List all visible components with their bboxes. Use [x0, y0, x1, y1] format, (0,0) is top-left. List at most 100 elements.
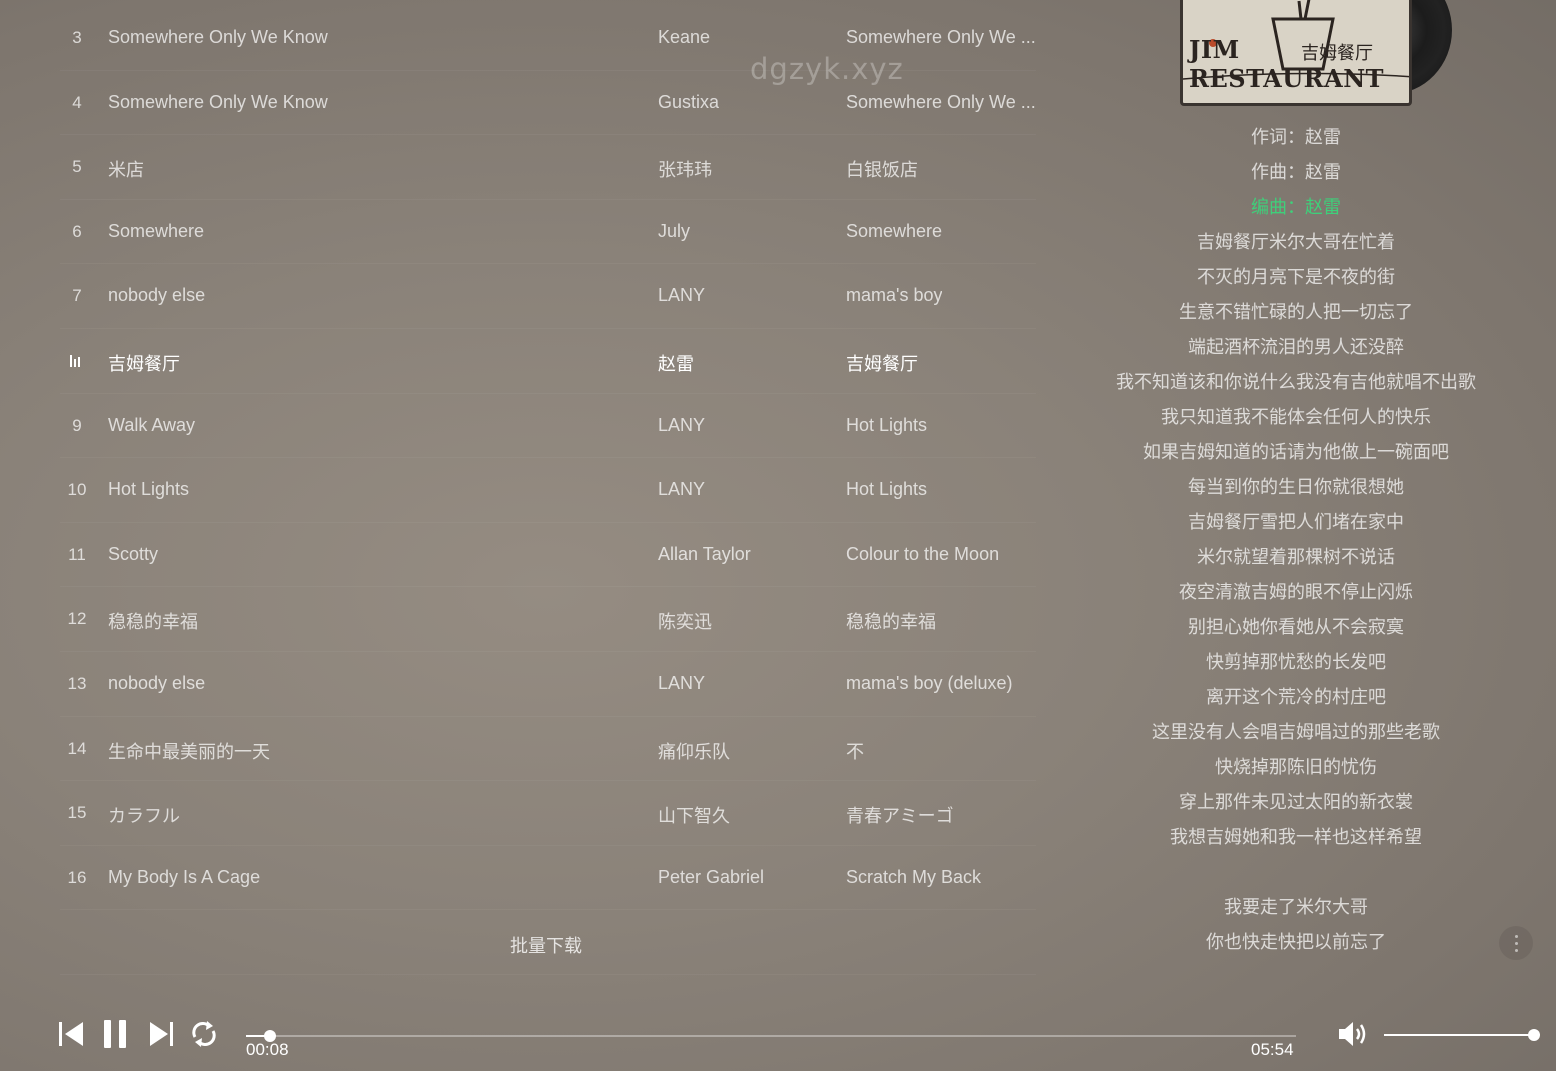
- song-title[interactable]: 米店: [108, 156, 144, 182]
- repeat-icon: [192, 1021, 216, 1047]
- song-number: 14: [67, 738, 87, 758]
- song-artist[interactable]: 赵雷: [658, 350, 694, 376]
- song-number: 6: [72, 221, 82, 241]
- song-artist[interactable]: Keane: [658, 27, 710, 48]
- song-number: 11: [68, 544, 86, 564]
- song-artist[interactable]: 张玮玮: [658, 156, 712, 182]
- song-title[interactable]: Somewhere: [108, 221, 204, 242]
- more-options-button[interactable]: [1499, 926, 1533, 960]
- lyric-line: 每当到你的生日你就很想她: [1188, 477, 1404, 497]
- song-row[interactable]: 13 nobody else LANY mama's boy (deluxe): [60, 652, 1036, 717]
- song-album[interactable]: Hot Lights: [846, 415, 927, 436]
- batch-download-button[interactable]: 批量下载: [510, 932, 582, 958]
- song-album[interactable]: 不: [846, 738, 864, 764]
- song-album[interactable]: mama's boy: [846, 285, 942, 306]
- song-number: 4: [72, 92, 82, 112]
- song-row[interactable]: 11 Scotty Allan Taylor Colour to the Moon: [60, 523, 1036, 588]
- song-artist[interactable]: LANY: [658, 673, 705, 694]
- song-artist[interactable]: LANY: [658, 285, 705, 306]
- volume-fill: [1384, 1034, 1534, 1036]
- song-album[interactable]: Somewhere: [846, 221, 942, 242]
- song-album[interactable]: Somewhere Only We ...: [846, 92, 1036, 113]
- song-artist[interactable]: Gustixa: [658, 92, 719, 113]
- now-playing-icon: [70, 354, 84, 367]
- song-artist[interactable]: 山下智久: [658, 802, 730, 828]
- song-number: 13: [67, 673, 87, 693]
- album-cover: 吉姆餐厅 JIM RESTAURANT: [1180, 0, 1412, 106]
- song-row[interactable]: 3 Somewhere Only We Know Keane Somewhere On…: [60, 6, 1036, 71]
- song-row[interactable]: 14 生命中最美丽的一天 痛仰乐队 不: [60, 717, 1036, 782]
- song-number: 7: [72, 286, 82, 306]
- next-icon: [150, 1022, 173, 1046]
- song-title[interactable]: Scotty: [108, 544, 158, 565]
- song-row[interactable]: 7 nobody else LANY mama's boy: [60, 264, 1036, 329]
- song-title[interactable]: My Body Is A Cage: [108, 867, 260, 888]
- song-album[interactable]: Scratch My Back: [846, 867, 981, 888]
- song-title[interactable]: カラフル: [108, 802, 180, 828]
- song-title[interactable]: Somewhere Only We Know: [108, 27, 328, 48]
- song-album[interactable]: Hot Lights: [846, 479, 927, 500]
- lyric-line: 吉姆餐厅米尔大哥在忙着: [1197, 232, 1395, 252]
- song-number: 9: [72, 415, 82, 435]
- song-row[interactable]: 4 Somewhere Only We Know Gustixa Somewhere …: [60, 71, 1036, 136]
- next-button[interactable]: [145, 1018, 177, 1050]
- song-artist[interactable]: Allan Taylor: [658, 544, 751, 565]
- song-row[interactable]: 15 カラフル 山下智久 青春アミーゴ: [60, 781, 1036, 846]
- song-title[interactable]: Hot Lights: [108, 479, 189, 500]
- song-row[interactable]: 9 Walk Away LANY Hot Lights: [60, 394, 1036, 459]
- song-title[interactable]: 生命中最美丽的一天: [108, 738, 270, 764]
- song-title[interactable]: nobody else: [108, 673, 205, 694]
- volume-handle[interactable]: [1528, 1029, 1540, 1041]
- song-album[interactable]: 白银饭店: [846, 156, 918, 182]
- song-row[interactable]: 16 My Body Is A Cage Peter Gabriel Scratch …: [60, 846, 1036, 911]
- volume-button[interactable]: [1336, 1018, 1368, 1050]
- player-bar: 00:08 05:54: [0, 1000, 1556, 1071]
- song-title[interactable]: 稳稳的幸福: [108, 608, 198, 634]
- lyric-line: 你也快走快把以前忘了: [1206, 932, 1386, 952]
- lyric-line: 生意不错忙碌的人把一切忘了: [1179, 302, 1413, 322]
- lyric-line: 离开这个荒冷的村庄吧: [1206, 687, 1386, 707]
- song-title[interactable]: Walk Away: [108, 415, 195, 436]
- progress-bar[interactable]: [246, 1030, 1296, 1042]
- song-album[interactable]: Colour to the Moon: [846, 544, 999, 565]
- song-artist[interactable]: 痛仰乐队: [658, 738, 730, 764]
- song-number: 15: [67, 803, 87, 823]
- pause-button[interactable]: [100, 1018, 132, 1050]
- lyric-line: 作词：赵雷: [1251, 127, 1341, 147]
- lyric-line: 作曲：赵雷: [1251, 162, 1341, 182]
- song-album[interactable]: Somewhere Only We ...: [846, 27, 1036, 48]
- song-title[interactable]: nobody else: [108, 285, 205, 306]
- lyrics-panel: 作词：赵雷作曲：赵雷编曲：赵雷吉姆餐厅米尔大哥在忙着 不灭的月亮下是不夜的街 生意不…: [1086, 120, 1506, 960]
- lyric-line: 如果吉姆知道的话请为他做上一碗面吧: [1143, 442, 1449, 462]
- song-album[interactable]: 青春アミーゴ: [846, 802, 954, 828]
- song-artist[interactable]: Peter Gabriel: [658, 867, 764, 888]
- song-title[interactable]: 吉姆餐厅: [108, 350, 180, 376]
- song-album[interactable]: mama's boy (deluxe): [846, 673, 1013, 694]
- lyric-line: 穿上那件未见过太阳的新衣裳: [1179, 792, 1413, 812]
- song-list: 3 Somewhere Only We Know Keane Somewhere On…: [60, 6, 1036, 976]
- song-row[interactable]: 12 稳稳的幸福 陈奕迅 稳稳的幸福: [60, 587, 1036, 652]
- total-time: 05:54: [1251, 1040, 1294, 1059]
- song-title[interactable]: Somewhere Only We Know: [108, 92, 328, 113]
- song-row[interactable]: 6 Somewhere July Somewhere: [60, 200, 1036, 265]
- song-artist[interactable]: LANY: [658, 415, 705, 436]
- song-album[interactable]: 吉姆餐厅: [846, 350, 918, 376]
- song-artist[interactable]: July: [658, 221, 690, 242]
- song-row[interactable]: 吉姆餐厅 赵雷 吉姆餐厅: [60, 329, 1036, 394]
- pause-icon: [104, 1020, 126, 1048]
- lyric-line: 快剪掉那忧愁的长发吧: [1206, 652, 1386, 672]
- lyric-line: 编曲：赵雷: [1251, 197, 1341, 217]
- lyric-line: 我只知道我不能体会任何人的快乐: [1161, 407, 1431, 427]
- song-album[interactable]: 稳稳的幸福: [846, 608, 936, 634]
- song-number: 10: [67, 480, 87, 500]
- song-number: 3: [72, 28, 82, 47]
- song-artist[interactable]: 陈奕迅: [658, 608, 712, 634]
- volume-slider[interactable]: [1384, 1029, 1540, 1041]
- lyric-line: 不灭的月亮下是不夜的街: [1197, 267, 1395, 287]
- song-row[interactable]: 5 米店 张玮玮 白银饭店: [60, 135, 1036, 200]
- song-row[interactable]: 10 Hot Lights LANY Hot Lights: [60, 458, 1036, 523]
- lyric-line: 这里没有人会唱吉姆唱过的那些老歌: [1152, 722, 1440, 742]
- repeat-button[interactable]: [188, 1018, 220, 1050]
- previous-button[interactable]: [56, 1018, 88, 1050]
- song-artist[interactable]: LANY: [658, 479, 705, 500]
